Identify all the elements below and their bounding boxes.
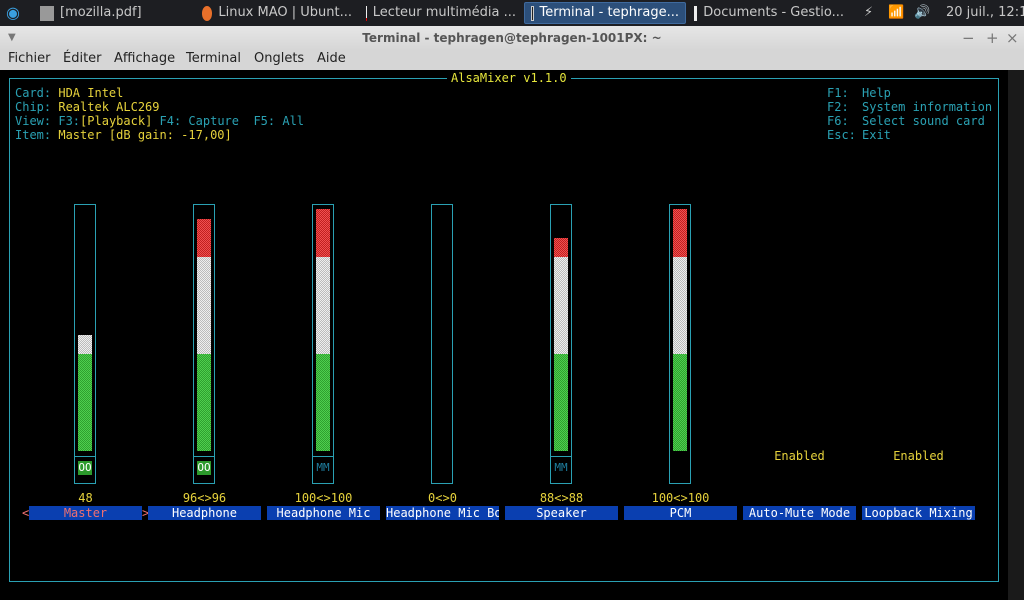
mute-toggle[interactable]: OO [197,461,211,475]
selection-arrow-left: < [22,506,30,520]
volume-level-w [78,334,92,355]
document-icon [40,5,54,21]
alsamixer-title: AlsaMixer v1.1.0 [447,71,571,85]
terminal-area[interactable]: AlsaMixer v1.1.0 Card: HDA Intel Chip: R… [0,70,1008,600]
bar-separator [194,456,214,457]
task-file-manager[interactable]: Documents - Gestio... [688,2,850,24]
menu-fichier[interactable]: Fichier [8,51,51,66]
help-line: F2: System information [827,100,992,114]
menu-aide[interactable]: Aide [317,51,346,66]
task-mozilla-pdf[interactable]: [mozilla.pdf] [34,2,194,24]
minimize-button[interactable]: − [962,26,975,50]
channel-label[interactable]: Headphone [148,506,261,520]
clock[interactable]: 20 juil., 12:16 [940,2,1024,24]
channel-enum-value: Enabled [893,449,944,463]
mute-toggle[interactable]: MM [554,461,568,475]
menubar: Fichier Éditer Affichage Terminal Onglet… [0,50,1024,70]
channel-enum-value: Enabled [774,449,825,463]
channel-label[interactable]: Headphone Mic Bo [386,506,499,520]
help-key: F6: [827,114,849,128]
volume-bar[interactable]: OO [74,204,96,484]
volume-level-r [554,238,568,258]
mute-toggle[interactable]: MM [316,461,330,475]
wifi-icon[interactable]: 📶 [882,2,910,24]
taskbar: ◉ [mozilla.pdf] Linux MAO | Ubunt... Lec… [0,0,1024,26]
view-info: View: F3:[Playback] F4: Capture F5: All [15,114,305,128]
task-media-player[interactable]: Lecteur multimédia ... [360,2,522,24]
channel-value: 0<>0 [428,491,457,505]
task-firefox[interactable]: Linux MAO | Ubunt... [196,2,358,24]
volume-level-w [673,257,687,355]
window-menu-icon[interactable]: ▼ [8,26,16,50]
help-key: F1: [827,86,849,100]
volume-bar[interactable]: OO [193,204,215,484]
item-info: Item: Master [dB gain: -17,00] [15,128,232,142]
help-label: Help [862,86,891,100]
help-line: Esc: Exit [827,128,891,142]
maximize-button[interactable]: + [986,26,999,50]
app-menu-icon: ◉ [6,3,20,22]
menu-affichage[interactable]: Affichage [114,51,175,66]
help-label: Exit [862,128,891,142]
channel-value: 96<>96 [182,491,227,505]
volume-level-g [554,354,568,451]
chip-info: Chip: Realtek ALC269 [15,100,160,114]
channel-label[interactable]: Headphone Mic [267,506,380,520]
volume-level-g [673,354,687,451]
channel-label[interactable]: PCM [624,506,737,520]
volume-level-r [197,218,211,258]
channel-label[interactable]: Master [29,506,142,520]
volume-bar[interactable]: MM [550,204,572,484]
bar-separator [313,456,333,457]
media-player-icon [366,5,367,21]
card-info: Card: HDA Intel [15,86,124,100]
bar-separator [75,456,95,457]
channel-value: 100<>100 [651,491,710,505]
volume-level-g [78,354,92,451]
volume-bar[interactable]: MM [312,204,334,484]
channel-label[interactable]: Speaker [505,506,618,520]
firefox-icon [202,5,213,21]
channel-label[interactable]: Auto-Mute Mode [743,506,856,520]
menu-editer[interactable]: Éditer [63,51,102,66]
file-manager-icon [694,5,698,21]
volume-level-g [316,354,330,451]
volume-icon[interactable]: 🔊 [908,2,936,24]
volume-level-w [197,257,211,355]
help-label: Select sound card [862,114,985,128]
volume-bar[interactable] [431,204,453,484]
window-title: Terminal - tephragen@tephragen-1001PX: ~ [362,31,662,45]
window-titlebar: ▼ Terminal - tephragen@tephragen-1001PX:… [0,26,1024,50]
channel-label[interactable]: Loopback Mixing [862,506,975,520]
terminal-icon [531,5,534,21]
help-line: F1: Help [827,86,891,100]
help-key: Esc: [827,128,856,142]
help-label: System information [862,100,993,114]
close-button[interactable]: × [1006,26,1019,50]
menu-onglets[interactable]: Onglets [254,51,304,66]
volume-level-w [554,257,568,355]
channel-value: 48 [78,491,93,505]
power-icon[interactable]: ⚡ [858,2,879,24]
volume-level-g [197,354,211,451]
bar-separator [551,456,571,457]
volume-level-r [316,209,330,258]
scrollbar[interactable] [1008,70,1024,600]
volume-bar[interactable] [669,204,691,484]
volume-level-w [316,257,330,355]
mute-toggle[interactable]: OO [78,461,92,475]
channel-value: 88<>88 [539,491,584,505]
task-terminal[interactable]: Terminal - tephrage... [524,2,686,24]
app-menu-button[interactable]: ◉ [0,2,26,24]
menu-terminal[interactable]: Terminal [186,51,241,66]
help-line: F6: Select sound card [827,114,985,128]
help-key: F2: [827,100,849,114]
volume-level-r [673,209,687,258]
channel-value: 100<>100 [294,491,353,505]
